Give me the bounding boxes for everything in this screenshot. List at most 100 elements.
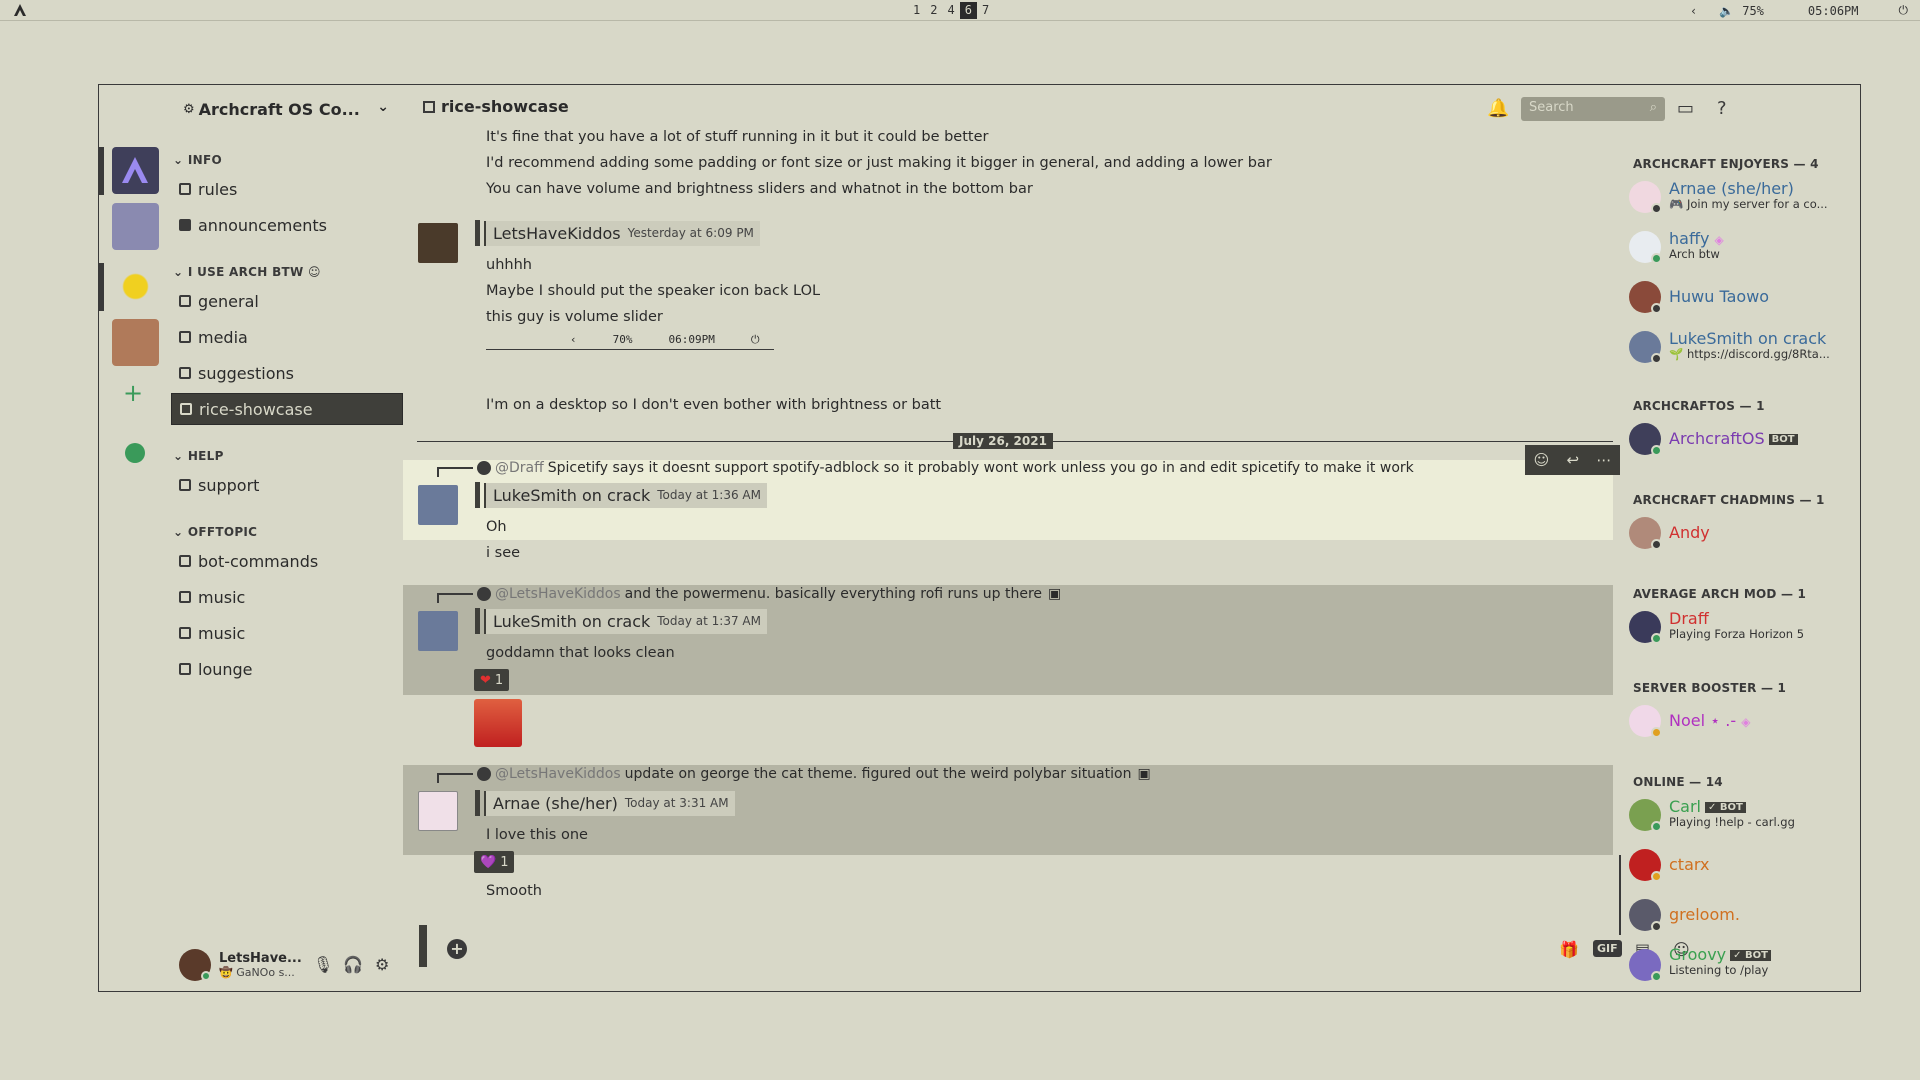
channel-music[interactable]: music <box>171 581 403 613</box>
author-name[interactable]: LetsHaveKiddos <box>484 220 628 246</box>
category-offtopic[interactable]: ⌄ OFFTOPIC <box>173 525 257 539</box>
category-info[interactable]: ⌄ INFO <box>173 153 222 167</box>
channel-label: bot-commands <box>198 551 319 571</box>
voice-channel-lounge[interactable]: lounge <box>171 653 403 685</box>
avatar[interactable] <box>418 223 458 263</box>
member-item[interactable]: Noel ⋆ .- ◈ <box>1623 701 1855 741</box>
author-name[interactable]: LukeSmith on crack <box>484 482 657 508</box>
reply-reference[interactable]: @LetsHaveKiddos and the powermenu. basic… <box>437 585 1061 603</box>
channel-rice-showcase[interactable]: rice-showcase <box>171 393 403 425</box>
server-header[interactable]: ⚙ Archcraft OS Co... ⌄ <box>183 97 399 121</box>
gift-icon[interactable]: 🎁 <box>1559 940 1579 959</box>
channel-rules[interactable]: rules <box>171 173 403 205</box>
workspace-4[interactable]: 4 <box>942 2 959 19</box>
chat-header: rice-showcase 🔔 📌 👥 Search⌕ ▭ ? <box>403 85 1727 135</box>
volume-level[interactable]: 75% <box>1742 4 1764 18</box>
server-selected-indicator <box>99 147 104 195</box>
category-help[interactable]: ⌄ HELP <box>173 449 224 463</box>
server-icon-sun[interactable] <box>112 263 159 310</box>
server-icon-archcraft[interactable] <box>112 147 159 194</box>
channel-announcements[interactable]: announcements <box>171 209 403 241</box>
more-icon[interactable]: ⋯ <box>1596 451 1611 469</box>
member-item[interactable]: Draff Playing Forza Horizon 5 <box>1623 607 1855 647</box>
member-item[interactable]: ArchcraftOS BOT <box>1623 419 1855 459</box>
archcraft-logo-icon[interactable] <box>12 2 28 18</box>
member-item[interactable]: Huwu Taowo <box>1623 277 1855 317</box>
member-name-text: ArchcraftOS <box>1669 429 1765 448</box>
channel-label: general <box>198 291 259 311</box>
workspace-7[interactable]: 7 <box>977 2 994 19</box>
channel-media[interactable]: media <box>171 321 403 353</box>
bell-icon[interactable]: 🔔 <box>1487 98 1509 119</box>
server-icon-face[interactable] <box>112 319 159 366</box>
member-item[interactable]: haffy ◈ Arch btw <box>1623 227 1855 267</box>
reply-mention[interactable]: @LetsHaveKiddos <box>495 766 621 782</box>
server-name: Archcraft OS Co... <box>198 99 360 119</box>
composer-bar <box>419 925 427 967</box>
message-text: i see <box>486 545 521 561</box>
member-scrollbar[interactable] <box>1619 855 1621 935</box>
author-name[interactable]: Arnae (she/her) <box>484 790 625 816</box>
category-arch[interactable]: ⌄ I USE ARCH BTW ☺ <box>173 265 321 279</box>
system-topbar: 1 2 4 6 7 ‹ 🔈 75% 05:06PM ⏻ <box>0 0 1920 21</box>
embedded-time: 06:09PM <box>668 333 715 346</box>
chevron-left-icon[interactable]: ‹ <box>1690 4 1697 18</box>
voice-channel-music[interactable]: music <box>171 617 403 649</box>
reply-mention[interactable]: @LetsHaveKiddos <box>495 586 621 602</box>
member-item[interactable]: Andy <box>1623 513 1855 553</box>
timestamp: Today at 1:37 AM <box>657 614 761 628</box>
message-text: Smooth <box>486 883 542 899</box>
add-attachment-icon[interactable]: + <box>447 939 467 959</box>
avatar[interactable] <box>179 949 211 981</box>
member-item[interactable]: ctarx <box>1623 845 1855 885</box>
add-server-icon[interactable]: + <box>123 379 143 407</box>
member-item[interactable]: LukeSmith on crack 🌱 https://discord.gg/… <box>1623 327 1855 367</box>
member-item[interactable]: Carl ✓ BOT Playing !help - carl.gg <box>1623 795 1855 835</box>
embedded-power: ⏻ <box>750 332 760 346</box>
member-item[interactable]: Groovy ✓ BOT Listening to /play <box>1623 945 1855 985</box>
workspace-1[interactable]: 1 <box>908 2 925 19</box>
headphones-icon[interactable]: 🎧 <box>343 955 363 974</box>
workspace-2[interactable]: 2 <box>925 2 942 19</box>
locked-channel-icon <box>179 295 191 307</box>
channel-suggestions[interactable]: suggestions <box>171 357 403 389</box>
member-group-label: ARCHCRAFT CHADMINS — 1 <box>1633 493 1825 507</box>
reply-mention[interactable]: @Draff <box>495 460 544 476</box>
author-name[interactable]: LukeSmith on crack <box>484 608 657 634</box>
reply-icon[interactable]: ↩ <box>1567 451 1580 469</box>
channel-general[interactable]: general <box>171 285 403 317</box>
message-composer[interactable]: + 🎁 GIF ▤ ☺ <box>403 915 1690 975</box>
chevron-down-icon[interactable]: ⌄ <box>377 99 389 115</box>
member-item[interactable]: greloom. <box>1623 895 1855 935</box>
add-reaction-icon[interactable]: ☺ <box>1534 451 1550 469</box>
explore-servers-icon[interactable] <box>125 443 145 463</box>
avatar[interactable] <box>418 485 458 525</box>
reply-reference[interactable]: @Draff Spicetify says it doesnt support … <box>437 459 1414 477</box>
avatar[interactable] <box>418 611 458 651</box>
gear-icon[interactable]: ⚙ <box>375 955 389 974</box>
reply-reference[interactable]: @LetsHaveKiddos update on george the cat… <box>437 765 1151 783</box>
locked-channel-icon <box>179 367 191 379</box>
reaction-heart[interactable]: ❤ 1 <box>474 669 510 691</box>
member-item[interactable]: Arnae (she/her) 🎮 Join my server for a c… <box>1623 177 1855 217</box>
workspace-6[interactable]: 6 <box>959 2 977 19</box>
avatar[interactable] <box>418 791 458 831</box>
locked-channel-icon <box>179 331 191 343</box>
channel-label: lounge <box>198 659 253 679</box>
channel-sidebar: ⚙ Archcraft OS Co... ⌄ ⌄ INFO rules anno… <box>171 85 403 991</box>
speaker-icon[interactable]: 🔈 <box>1719 4 1734 18</box>
power-icon[interactable]: ⏻ <box>1899 3 1909 18</box>
member-status: Listening to /play <box>1669 963 1769 977</box>
server-icon-group[interactable] <box>112 203 159 250</box>
channel-bot-commands[interactable]: bot-commands <box>171 545 403 577</box>
reaction-purple-heart[interactable]: 💜 1 <box>474 851 515 873</box>
microphone-icon[interactable]: 🎙 <box>313 955 333 974</box>
reply-line <box>437 593 473 603</box>
reaction-image[interactable] <box>474 699 522 747</box>
status-dot <box>1651 871 1662 882</box>
channel-label: suggestions <box>198 363 294 383</box>
status-dot <box>1651 539 1662 550</box>
reaction-count: 1 <box>500 854 509 870</box>
channel-support[interactable]: support <box>171 469 403 501</box>
member-status: Playing !help - carl.gg <box>1669 815 1795 829</box>
